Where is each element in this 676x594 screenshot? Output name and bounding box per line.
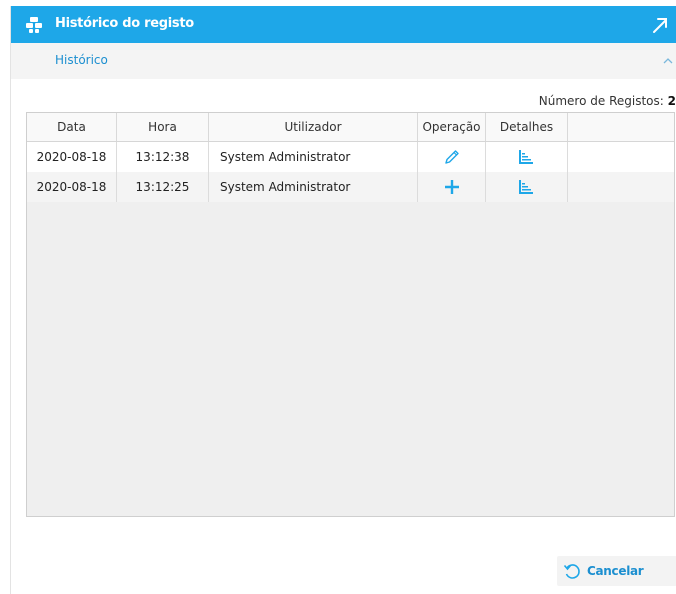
edit-pencil-icon[interactable] bbox=[444, 149, 460, 165]
column-header-operation[interactable]: Operação bbox=[418, 113, 486, 141]
cell-date: 2020-08-18 bbox=[27, 142, 117, 172]
dialog-titlebar: Histórico do registo bbox=[11, 6, 676, 43]
record-count-value: 2 bbox=[667, 94, 676, 108]
cancel-button[interactable]: Cancelar bbox=[557, 556, 676, 586]
cell-operation bbox=[418, 142, 486, 172]
cubes-icon bbox=[26, 17, 42, 33]
details-chart-icon[interactable] bbox=[518, 179, 534, 195]
section-label: Histórico bbox=[55, 53, 108, 67]
cell-user: System Administrator bbox=[209, 142, 418, 172]
cell-date: 2020-08-18 bbox=[27, 172, 117, 202]
cell-user: System Administrator bbox=[209, 172, 418, 202]
column-header-filler bbox=[568, 113, 674, 141]
cell-details bbox=[486, 142, 568, 172]
cell-filler bbox=[568, 142, 674, 172]
record-count: Número de Registos: 2 bbox=[539, 94, 676, 108]
cell-filler bbox=[568, 172, 674, 202]
history-section-header[interactable]: Histórico bbox=[11, 43, 676, 79]
table-row[interactable]: 2020-08-18 13:12:38 System Administrator bbox=[27, 142, 674, 172]
history-table: Data Hora Utilizador Operação Detalhes 2… bbox=[26, 112, 675, 517]
history-dialog: Histórico do registo Histórico Número de… bbox=[10, 6, 676, 594]
cell-operation bbox=[418, 172, 486, 202]
details-chart-icon[interactable] bbox=[518, 149, 534, 165]
column-header-date[interactable]: Data bbox=[27, 113, 117, 141]
cell-time: 13:12:25 bbox=[117, 172, 209, 202]
cell-details bbox=[486, 172, 568, 202]
table-header: Data Hora Utilizador Operação Detalhes bbox=[27, 113, 674, 142]
dialog-title: Histórico do registo bbox=[55, 16, 194, 31]
undo-icon bbox=[563, 564, 580, 579]
column-header-time[interactable]: Hora bbox=[117, 113, 209, 141]
column-header-user[interactable]: Utilizador bbox=[209, 113, 418, 141]
column-header-details[interactable]: Detalhes bbox=[486, 113, 568, 141]
cell-time: 13:12:38 bbox=[117, 142, 209, 172]
record-count-label: Número de Registos: bbox=[538, 94, 664, 108]
chevron-up-icon[interactable] bbox=[661, 55, 675, 67]
cancel-label: Cancelar bbox=[587, 564, 644, 578]
expand-arrow-icon[interactable] bbox=[649, 14, 671, 36]
table-row[interactable]: 2020-08-18 13:12:25 System Administrator bbox=[27, 172, 674, 202]
add-plus-icon[interactable] bbox=[444, 179, 460, 195]
